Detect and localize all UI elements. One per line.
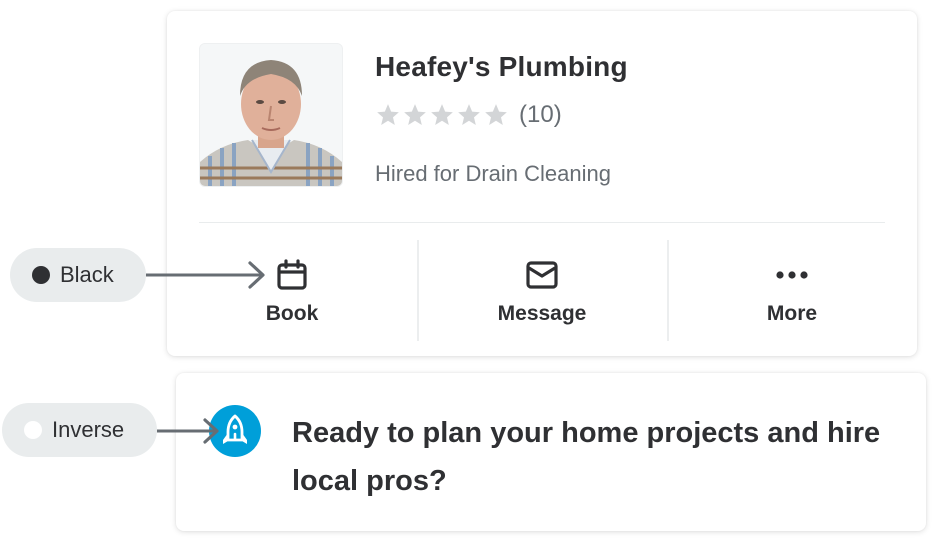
color-dot-white: [24, 421, 42, 439]
hired-for-text: Hired for Drain Cleaning: [375, 161, 611, 186]
pro-name[interactable]: Heafey's Plumbing: [375, 51, 628, 83]
star-icon: [431, 104, 453, 125]
action-bar: Book Message More: [167, 240, 917, 341]
color-dot-black: [32, 266, 50, 284]
calendar-icon: [277, 259, 307, 290]
more-dots-icon: [776, 271, 808, 279]
pro-card: Heafey's Plumbing (10) Hired for Drain C…: [167, 11, 917, 356]
message-label: Message: [497, 302, 587, 325]
avatar: [199, 43, 343, 187]
star-icon: [377, 104, 399, 125]
message-button[interactable]: Message: [417, 240, 667, 341]
promo-card[interactable]: Ready to plan your home projects and hir…: [176, 373, 926, 531]
more-label: More: [766, 302, 818, 325]
star-icon: [404, 104, 426, 125]
rocket-icon: [223, 414, 247, 444]
star-rating: [375, 102, 509, 128]
annotation-pill-black: Black: [10, 248, 146, 302]
divider: [199, 222, 885, 223]
annotation-pill-inverse: Inverse: [2, 403, 157, 457]
avatar-photo: [200, 44, 342, 186]
review-count[interactable]: (10): [519, 101, 562, 129]
envelope-icon: [526, 261, 558, 289]
star-icon: [485, 104, 507, 125]
book-label: Book: [265, 302, 319, 325]
annotation-arrow-black: [146, 261, 265, 289]
annotation-label: Black: [60, 262, 114, 287]
rating: (10): [375, 101, 562, 129]
annotation-arrow-inverse: [157, 418, 219, 444]
annotation-label: Inverse: [52, 417, 125, 442]
promo-text: Ready to plan your home projects and hir…: [292, 417, 881, 497]
more-button[interactable]: More: [667, 240, 917, 341]
star-icon: [458, 104, 480, 125]
